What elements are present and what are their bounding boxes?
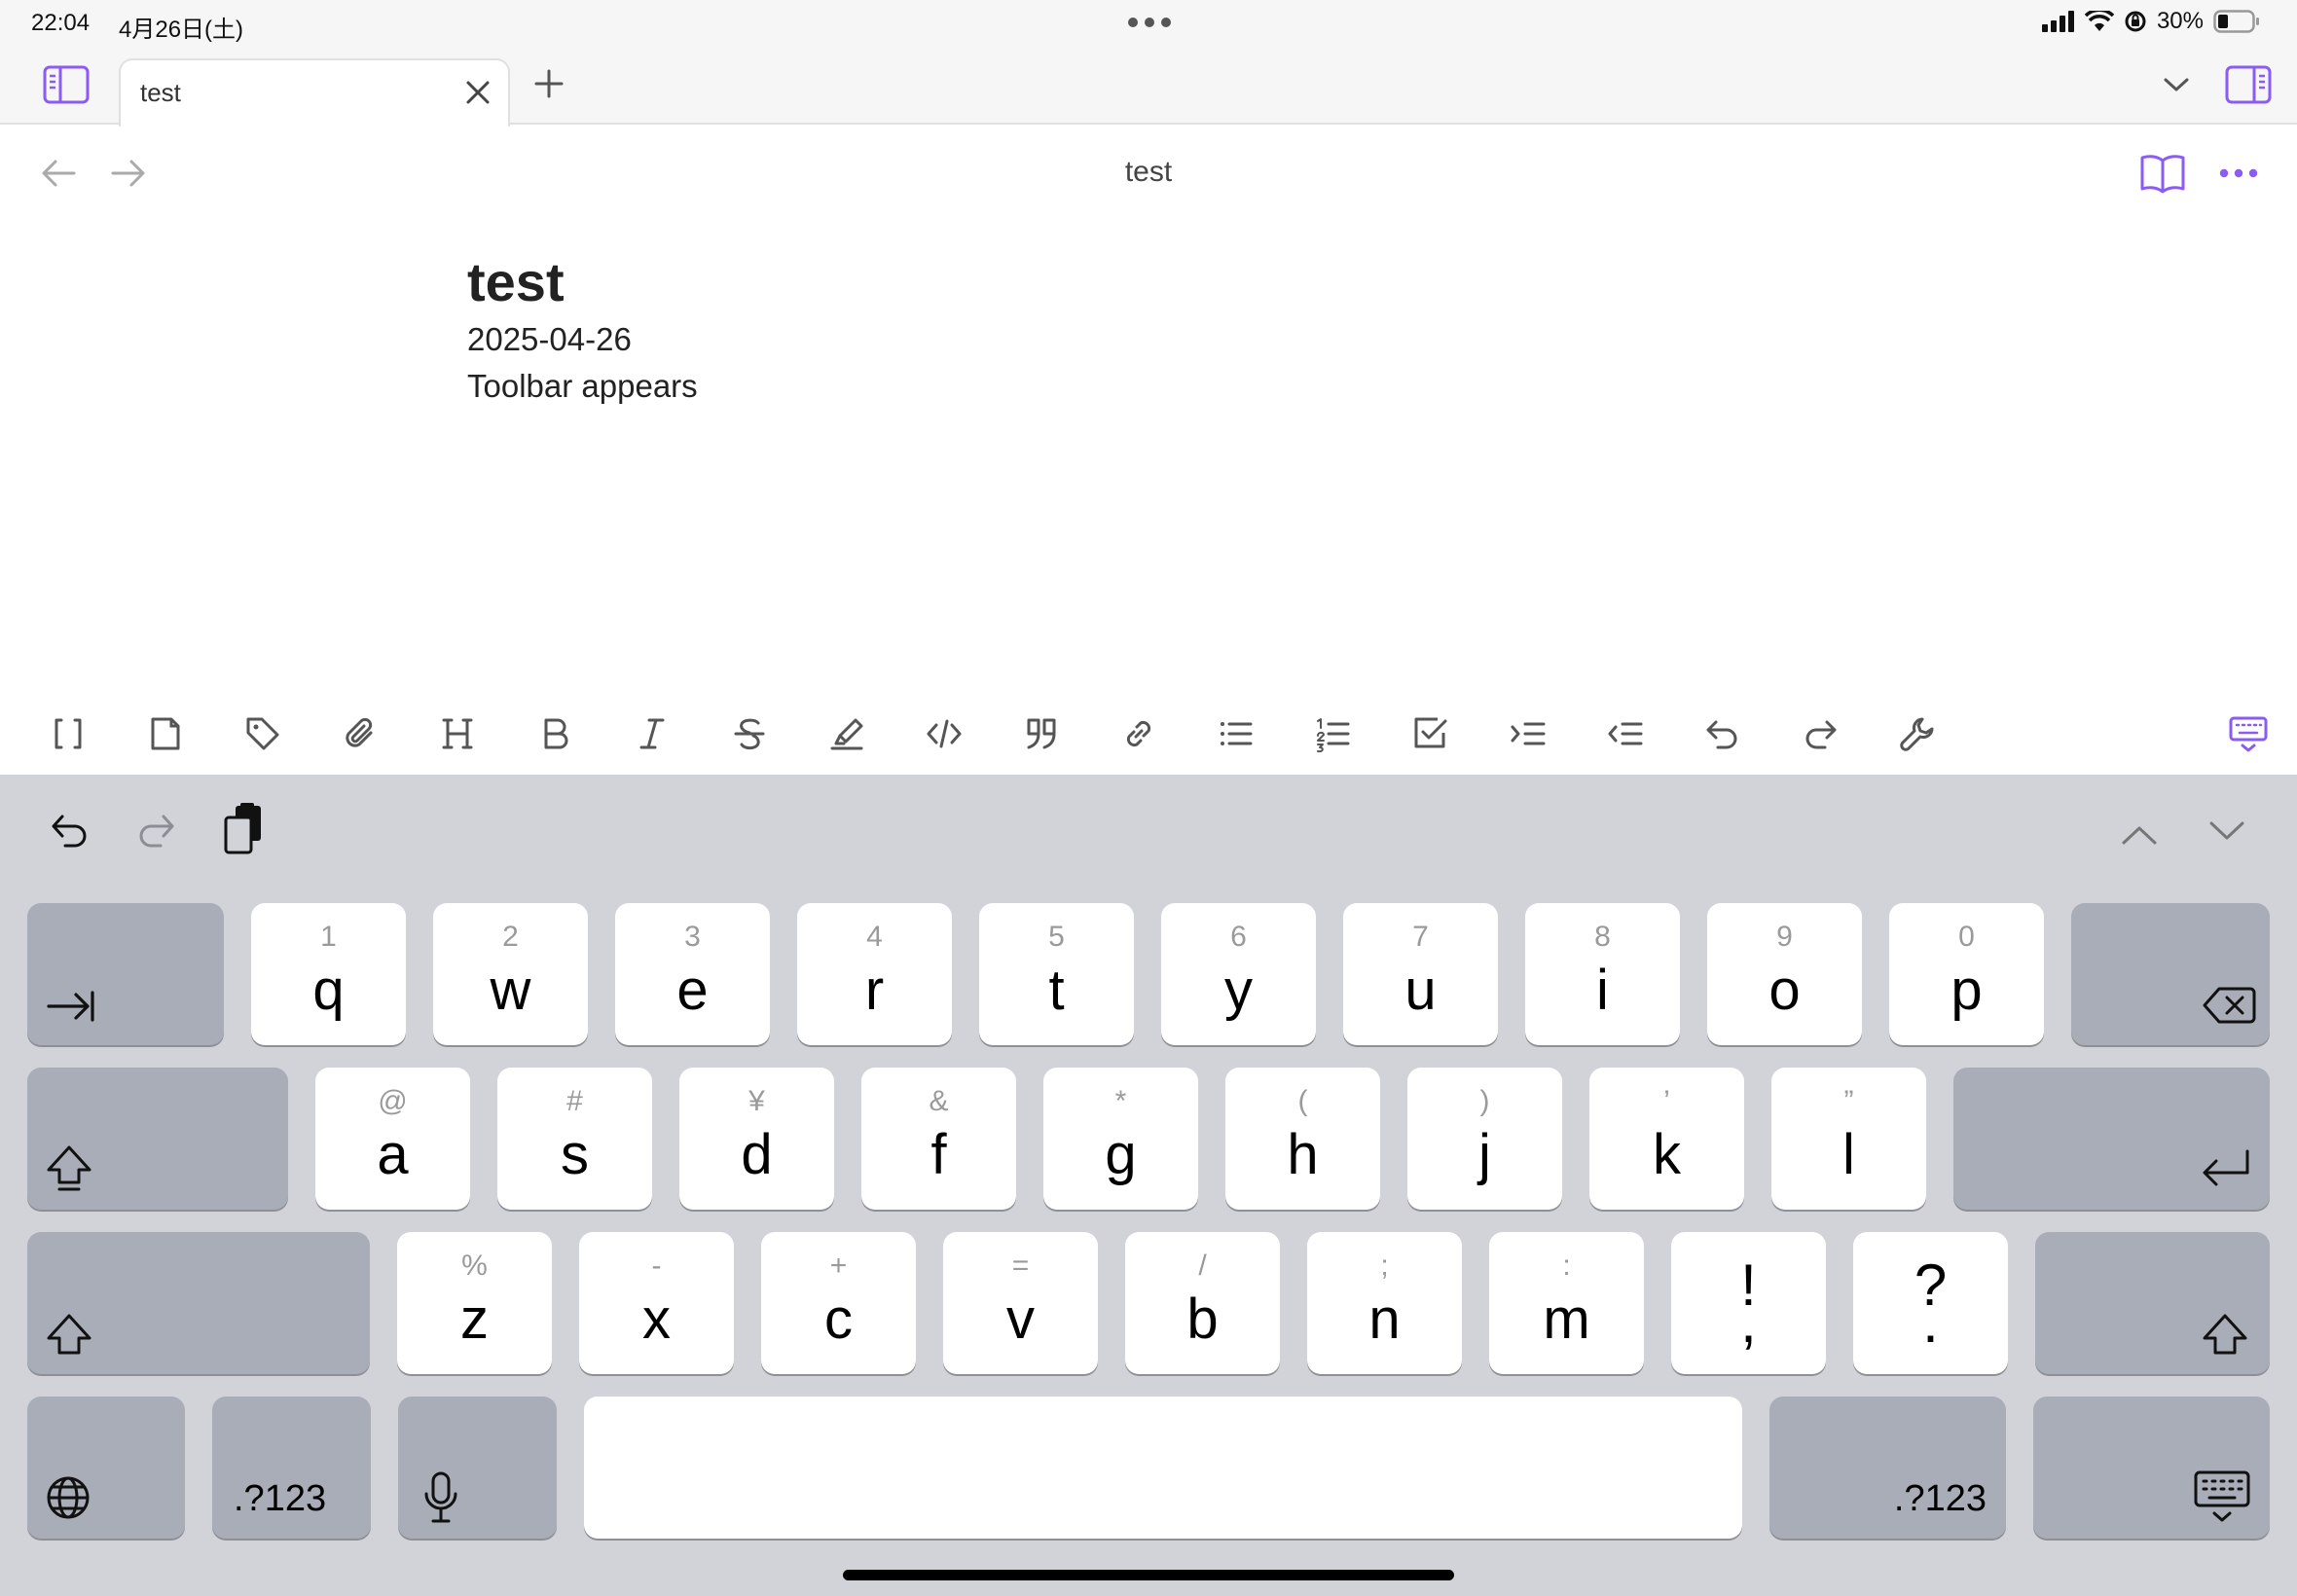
key-v[interactable]: = v: [943, 1232, 1098, 1374]
tab-bar: test: [0, 49, 2297, 127]
note-editor[interactable]: test 2025-04-26 Toolbar appears: [467, 248, 1830, 410]
left-sidebar-toggle-icon[interactable]: [39, 60, 93, 109]
shift-lock-key[interactable]: [27, 1068, 288, 1210]
redo-icon[interactable]: [1793, 707, 1847, 761]
right-sidebar-toggle-icon[interactable]: [2221, 60, 2276, 109]
dictation-key[interactable]: [398, 1396, 557, 1539]
right-shift-key[interactable]: [2035, 1232, 2270, 1374]
key-n[interactable]: ; n: [1307, 1232, 1462, 1374]
bullet-list-icon[interactable]: [1209, 707, 1263, 761]
dismiss-keyboard-key[interactable]: [2033, 1396, 2270, 1539]
multitasking-dots-icon[interactable]: [1126, 16, 1173, 29]
code-icon[interactable]: [917, 707, 971, 761]
globe-key[interactable]: [27, 1396, 185, 1539]
key-x[interactable]: -x: [579, 1232, 734, 1374]
key-c[interactable]: + c: [761, 1232, 916, 1374]
left-shift-key[interactable]: [27, 1232, 370, 1374]
return-key[interactable]: [1953, 1068, 2270, 1210]
status-time: 22:04: [31, 10, 91, 36]
tab-title: test: [140, 78, 181, 107]
battery-percentage: 30%: [2156, 8, 2204, 34]
status-date: 4月26日(土): [119, 17, 244, 43]
tag-icon[interactable]: [236, 707, 290, 761]
key-o[interactable]: 9o: [1707, 903, 1862, 1045]
new-tab-icon[interactable]: [531, 66, 566, 101]
numbers-key-right[interactable]: .?123: [1769, 1396, 2006, 1539]
editor-toolbar: [0, 693, 2297, 775]
keyboard-paste-icon[interactable]: [216, 800, 271, 858]
cellular-signal-icon: [2041, 11, 2075, 32]
note-line-text[interactable]: Toolbar appears: [467, 363, 1830, 410]
strikethrough-icon[interactable]: [722, 707, 777, 761]
key-m[interactable]: :m: [1489, 1232, 1644, 1374]
highlight-marker-icon[interactable]: [820, 707, 874, 761]
undo-icon[interactable]: [1695, 707, 1750, 761]
close-tab-icon[interactable]: [461, 76, 494, 109]
key-period[interactable]: ? .: [1853, 1232, 2008, 1374]
settings-wrench-icon[interactable]: [1890, 707, 1945, 761]
tab-test[interactable]: test: [119, 58, 510, 127]
key-w[interactable]: 2w: [433, 903, 588, 1045]
key-r[interactable]: 4r: [797, 903, 952, 1045]
italic-icon[interactable]: [625, 707, 679, 761]
key-i[interactable]: 8i: [1525, 903, 1680, 1045]
note-heading[interactable]: test: [467, 248, 1830, 316]
key-b[interactable]: / b: [1125, 1232, 1280, 1374]
key-f[interactable]: & f: [861, 1068, 1016, 1210]
battery-icon: [2213, 10, 2260, 33]
hide-keyboard-icon[interactable]: [2221, 707, 2276, 761]
wikilink-brackets-icon[interactable]: [41, 707, 95, 761]
indent-icon[interactable]: [1501, 707, 1555, 761]
view-title[interactable]: test: [0, 156, 2297, 189]
tab-list-chevron-down-icon[interactable]: [2159, 70, 2194, 99]
keyboard-redo-icon[interactable]: [128, 804, 183, 858]
key-e[interactable]: 3e: [615, 903, 770, 1045]
status-bar: 22:04 4月26日(土) 30%: [0, 0, 2297, 49]
new-note-icon[interactable]: [138, 707, 193, 761]
link-icon[interactable]: [1112, 707, 1166, 761]
key-u[interactable]: 7u: [1343, 903, 1498, 1045]
software-keyboard: 1q 2w 3e 4r 5t 6y 7u 8i 9o 0p @ a # s ¥ d &…: [0, 775, 2297, 1596]
bold-icon[interactable]: [528, 707, 582, 761]
delete-key[interactable]: [2071, 903, 2270, 1045]
keyboard-next-chevron-down-icon[interactable]: [2202, 810, 2252, 852]
reading-mode-book-icon[interactable]: [2137, 148, 2188, 199]
key-t[interactable]: 5t: [979, 903, 1134, 1045]
key-j[interactable]: ) j: [1407, 1068, 1562, 1210]
attachment-paperclip-icon[interactable]: [333, 707, 387, 761]
key-d[interactable]: ¥ d: [679, 1068, 834, 1210]
more-options-icon[interactable]: [2215, 156, 2262, 191]
view-header: test: [0, 125, 2297, 222]
key-l[interactable]: ” l: [1771, 1068, 1926, 1210]
key-comma[interactable]: ! ,: [1671, 1232, 1826, 1374]
key-s[interactable]: # s: [497, 1068, 652, 1210]
numbers-key-left[interactable]: .?123: [212, 1396, 371, 1539]
key-z[interactable]: % z: [397, 1232, 552, 1374]
numbered-list-icon[interactable]: [1306, 707, 1361, 761]
home-indicator[interactable]: [843, 1570, 1454, 1580]
keyboard-previous-chevron-up-icon[interactable]: [2114, 814, 2165, 856]
key-a[interactable]: @ a: [315, 1068, 470, 1210]
key-y[interactable]: 6y: [1161, 903, 1316, 1045]
key-g[interactable]: * g: [1043, 1068, 1198, 1210]
key-p[interactable]: 0p: [1889, 903, 2044, 1045]
wifi-icon: [2084, 11, 2114, 32]
blockquote-icon[interactable]: [1014, 707, 1069, 761]
orientation-lock-icon: [2124, 10, 2147, 33]
space-bar[interactable]: [584, 1396, 1742, 1539]
outdent-icon[interactable]: [1598, 707, 1653, 761]
key-h[interactable]: (h: [1225, 1068, 1380, 1210]
checklist-icon[interactable]: [1404, 707, 1458, 761]
note-line-date[interactable]: 2025-04-26: [467, 316, 1830, 363]
key-q[interactable]: 1q: [251, 903, 406, 1045]
key-k[interactable]: ’ k: [1589, 1068, 1744, 1210]
keyboard-undo-icon[interactable]: [43, 804, 97, 858]
tab-key[interactable]: [27, 903, 224, 1045]
heading-icon[interactable]: [430, 707, 485, 761]
